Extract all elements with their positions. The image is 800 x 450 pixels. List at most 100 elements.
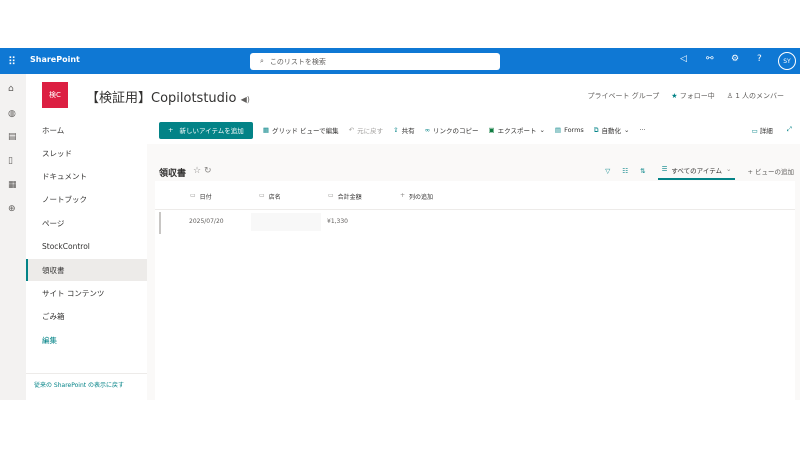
nav-item-home[interactable]: ホーム: [26, 119, 147, 141]
undo-button[interactable]: ↶ 元に戻す: [349, 125, 383, 135]
site-logo: 検C: [42, 82, 68, 108]
text-column-icon: ▭: [328, 192, 334, 199]
chevron-down-icon: ⌄: [726, 165, 732, 173]
add-view-button[interactable]: + ビューの追加: [747, 166, 794, 176]
list-grid: ▭ 日付 ▭ 店名 ▭ 合計金額 + 列の追加 2025/07/20 ¥1,330: [155, 181, 795, 400]
column-header-label: 日付: [199, 194, 212, 201]
brand-link[interactable]: SharePoint: [30, 55, 80, 64]
add-icon[interactable]: ⊕: [8, 204, 16, 214]
export-button[interactable]: ▣ エクスポート ⌄: [488, 125, 544, 135]
text-column-icon: ▭: [190, 192, 196, 199]
gear-icon[interactable]: ⚙: [731, 54, 739, 64]
text-column-icon: ▭: [259, 192, 265, 199]
nav-item-notebook[interactable]: ノートブック: [26, 188, 147, 210]
automate-label: 自動化: [601, 127, 621, 135]
main-content: + 新しいアイテムを追加 ▦ グリッド ビューで編集 ↶ 元に戻す ⇪ 共有 ∞ リンクの…: [147, 116, 800, 400]
nav-item-pages[interactable]: ページ: [26, 212, 147, 234]
speaker-icon: ◀): [240, 95, 250, 104]
add-column-button[interactable]: + 列の追加: [400, 192, 433, 201]
nav-item-documents[interactable]: ドキュメント: [26, 165, 147, 187]
classic-view-link[interactable]: 従来の SharePoint の表示に戻す: [26, 373, 147, 395]
column-header-store[interactable]: ▭ 店名: [259, 192, 281, 201]
person-icon: ♙: [726, 92, 734, 100]
left-nav: ホーム スレッド ドキュメント ノートブック ページ StockControl …: [26, 116, 147, 400]
add-column-label: 列の追加: [409, 194, 434, 201]
nav-edit-link[interactable]: 編集: [26, 329, 147, 351]
app-launcher-icon[interactable]: ⠿: [8, 55, 16, 68]
column-header-date[interactable]: ▭ 日付: [190, 192, 212, 201]
copy-link-label: リンクのコピー: [432, 127, 479, 135]
share-icon: ⇪: [393, 126, 399, 134]
details-button[interactable]: ▭ 詳細: [752, 125, 773, 135]
nav-item-site-contents[interactable]: サイト コンテンツ: [26, 282, 147, 304]
table-row[interactable]: 2025/07/20 ¥1,330: [155, 210, 795, 234]
app-rail: ⌂ ◍ ▤ ▯ ▦ ⊕: [0, 74, 26, 400]
news-icon[interactable]: ▤: [8, 132, 17, 142]
more-button[interactable]: ···: [639, 126, 645, 134]
search-input[interactable]: ⌕ このリストを検索: [250, 53, 500, 70]
undo-icon: ↶: [348, 126, 355, 134]
grid-icon: ▦: [262, 126, 269, 134]
group-icon[interactable]: ☷: [622, 167, 628, 175]
nav-item-recycle-bin[interactable]: ごみ箱: [26, 305, 147, 327]
cell-store: [251, 213, 321, 231]
nav-item-receipts[interactable]: 領収書: [26, 259, 147, 281]
file-icon[interactable]: ▯: [8, 156, 13, 166]
chevron-down-icon: ⌄: [539, 126, 545, 134]
sort-icon[interactable]: ⇅: [640, 167, 645, 175]
add-view-label: ビューの追加: [755, 168, 794, 176]
undo-label: 元に戻す: [357, 127, 384, 135]
excel-icon: ▣: [488, 126, 495, 134]
chevron-down-icon: ⌄: [623, 126, 630, 134]
column-header-total[interactable]: ▭ 合計金額: [328, 192, 362, 201]
share-button[interactable]: ⇪ 共有: [393, 125, 414, 135]
search-icon: ⌕: [260, 57, 264, 65]
details-label: 詳細: [759, 127, 773, 135]
list-icon[interactable]: ▦: [8, 180, 17, 190]
megaphone-icon[interactable]: ◁: [680, 54, 687, 64]
link-icon: ∞: [424, 126, 430, 134]
view-selector[interactable]: ☰ すべてのアイテム ⌄: [657, 162, 736, 180]
plus-icon: +: [168, 126, 174, 134]
follow-button[interactable]: ★ フォロー中: [671, 91, 715, 101]
cell-total: ¥1,330: [327, 218, 348, 225]
column-header-label: 店名: [268, 194, 281, 201]
help-icon[interactable]: ?: [757, 54, 762, 64]
sync-icon[interactable]: ↻: [204, 166, 212, 176]
export-label: エクスポート: [497, 127, 537, 135]
filter-icon[interactable]: ▽: [605, 167, 610, 175]
grid-view-button[interactable]: ▦ グリッド ビューで編集: [263, 125, 339, 135]
follow-label: フォロー中: [679, 92, 715, 100]
members-label: 1 人のメンバー: [735, 92, 784, 100]
column-header-label: 合計金額: [337, 194, 362, 201]
cell-date: 2025/07/20: [189, 218, 224, 225]
privacy-label: プライベート グループ: [587, 92, 660, 100]
star-icon: ★: [671, 92, 678, 100]
avatar[interactable]: SY: [778, 52, 796, 70]
home-icon[interactable]: ⌂: [8, 84, 14, 94]
site-title[interactable]: 【検証用】Copilotstudio ◀): [86, 87, 250, 106]
favorite-star-icon[interactable]: ☆: [193, 166, 201, 176]
expand-icon[interactable]: ⤢: [787, 125, 792, 135]
nav-item-threads[interactable]: スレッド: [26, 142, 147, 164]
share-label: 共有: [401, 127, 415, 135]
share-icon[interactable]: ⚯: [706, 54, 714, 64]
members-button[interactable]: ♙ 1 人のメンバー: [727, 91, 784, 101]
forms-button[interactable]: ▤ Forms: [555, 126, 584, 134]
new-item-button[interactable]: + 新しいアイテムを追加: [159, 121, 253, 139]
grid-label: グリッド ビューで編集: [271, 127, 339, 135]
suite-bar: ⠿ SharePoint ⌕ このリストを検索 ◁ ⚯ ⚙ ? SY: [0, 48, 800, 74]
nav-item-stockcontrol[interactable]: StockControl: [26, 235, 147, 257]
globe-icon[interactable]: ◍: [8, 109, 16, 119]
automate-button[interactable]: ⧉ 自動化 ⌄: [593, 125, 630, 136]
row-selector[interactable]: [159, 212, 161, 234]
search-placeholder: このリストを検索: [269, 57, 326, 66]
list-title: 領収書: [159, 169, 187, 179]
site-header: 検C 【検証用】Copilotstudio ◀) プライベート グループ ★ フ…: [26, 74, 800, 116]
forms-icon: ▤: [554, 126, 562, 134]
plus-icon: +: [400, 192, 406, 199]
copy-link-button[interactable]: ∞ リンクのコピー: [425, 125, 479, 135]
details-icon: ▭: [751, 127, 758, 135]
new-item-label: 新しいアイテムを追加: [179, 127, 244, 135]
flow-icon: ⧉: [593, 125, 599, 134]
